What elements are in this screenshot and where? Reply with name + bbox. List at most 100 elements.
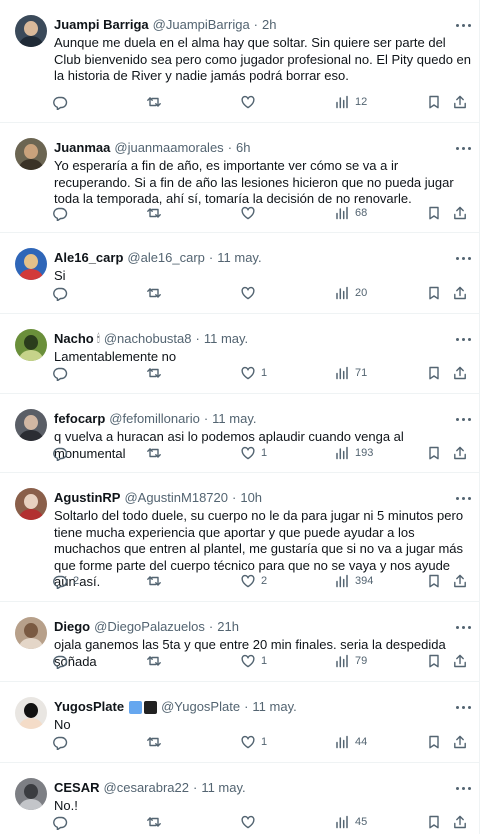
- timestamp[interactable]: 11 may.: [212, 410, 256, 428]
- tweet-card[interactable]: Juanmaa @juanmaamorales · 6h Yo esperaría a …: [0, 123, 480, 233]
- share-button[interactable]: [452, 652, 468, 670]
- display-name[interactable]: Nacho: [54, 330, 94, 348]
- more-options-icon[interactable]: [454, 332, 472, 346]
- display-name[interactable]: Diego: [54, 618, 90, 636]
- share-button[interactable]: [452, 572, 468, 590]
- bookmark-button[interactable]: [426, 204, 442, 222]
- more-options-icon[interactable]: [454, 251, 472, 265]
- timestamp[interactable]: 10h: [240, 489, 262, 507]
- display-name[interactable]: Juampi Barriga: [54, 16, 149, 34]
- avatar[interactable]: [15, 778, 47, 810]
- display-name[interactable]: Ale16_carp: [54, 249, 123, 267]
- views-button[interactable]: 68: [334, 204, 367, 222]
- reply-button[interactable]: [52, 204, 73, 222]
- bookmark-button[interactable]: [426, 93, 442, 111]
- more-options-icon[interactable]: [454, 491, 472, 505]
- timestamp[interactable]: 11 may.: [204, 330, 248, 348]
- views-button[interactable]: 79: [334, 652, 367, 670]
- reply-button[interactable]: [52, 733, 73, 751]
- timestamp[interactable]: 11 may.: [217, 249, 261, 267]
- share-button[interactable]: [452, 813, 468, 831]
- user-handle[interactable]: @ale16_carp: [127, 249, 205, 267]
- retweet-button[interactable]: [146, 652, 167, 670]
- retweet-button[interactable]: [146, 444, 167, 462]
- timestamp[interactable]: 11 may.: [201, 779, 245, 797]
- views-button[interactable]: 12: [334, 93, 367, 111]
- more-options-icon[interactable]: [454, 781, 472, 795]
- user-handle[interactable]: @cesarabra22: [104, 779, 189, 797]
- like-button[interactable]: 1: [240, 444, 267, 462]
- like-button[interactable]: [240, 284, 261, 302]
- avatar[interactable]: [15, 488, 47, 520]
- views-button[interactable]: 193: [334, 444, 373, 462]
- display-name[interactable]: YugosPlate: [54, 698, 124, 716]
- retweet-button[interactable]: [146, 284, 167, 302]
- tweet-card[interactable]: fefocarp @fefomillonario · 11 may. q vuelva …: [0, 394, 480, 473]
- display-name[interactable]: fefocarp: [54, 410, 105, 428]
- reply-button[interactable]: [52, 364, 73, 382]
- timestamp[interactable]: 6h: [236, 139, 250, 157]
- tweet-card[interactable]: Juampi Barriga @JuampiBarriga · 2h Aunque me…: [0, 0, 480, 123]
- avatar[interactable]: [15, 15, 47, 47]
- views-button[interactable]: 394: [334, 572, 373, 590]
- timestamp[interactable]: 2h: [262, 16, 276, 34]
- views-button[interactable]: 20: [334, 284, 367, 302]
- more-options-icon[interactable]: [454, 620, 472, 634]
- retweet-button[interactable]: [146, 572, 167, 590]
- avatar[interactable]: [15, 138, 47, 170]
- reply-button[interactable]: [52, 444, 73, 462]
- like-button[interactable]: 1: [240, 364, 267, 382]
- like-button[interactable]: 1: [240, 652, 267, 670]
- views-button[interactable]: 45: [334, 813, 367, 831]
- reply-button[interactable]: [52, 284, 73, 302]
- like-button[interactable]: [240, 93, 261, 111]
- user-handle[interactable]: @AgustinM18720: [124, 489, 228, 507]
- like-button[interactable]: [240, 813, 261, 831]
- more-options-icon[interactable]: [454, 700, 472, 714]
- tweet-card[interactable]: YugosPlate @YugosPlate · 11 may. No 1 44: [0, 682, 480, 763]
- avatar[interactable]: [15, 409, 47, 441]
- views-button[interactable]: 44: [334, 733, 367, 751]
- retweet-button[interactable]: [146, 204, 167, 222]
- user-handle[interactable]: @juanmaamorales: [114, 139, 223, 157]
- timestamp[interactable]: 11 may.: [252, 698, 296, 716]
- share-button[interactable]: [452, 284, 468, 302]
- reply-button[interactable]: [52, 652, 73, 670]
- display-name[interactable]: CESAR: [54, 779, 100, 797]
- like-button[interactable]: [240, 204, 261, 222]
- avatar[interactable]: [15, 248, 47, 280]
- timestamp[interactable]: 21h: [217, 618, 239, 636]
- user-handle[interactable]: @fefomillonario: [109, 410, 200, 428]
- reply-button[interactable]: [52, 813, 73, 831]
- display-name[interactable]: Juanmaa: [54, 139, 110, 157]
- bookmark-button[interactable]: [426, 572, 442, 590]
- retweet-button[interactable]: [146, 733, 167, 751]
- like-button[interactable]: 2: [240, 572, 267, 590]
- user-handle[interactable]: @JuampiBarriga: [153, 16, 250, 34]
- avatar[interactable]: [15, 617, 47, 649]
- views-button[interactable]: 71: [334, 364, 367, 382]
- share-button[interactable]: [452, 204, 468, 222]
- bookmark-button[interactable]: [426, 733, 442, 751]
- tweet-card[interactable]: CESAR @cesarabra22 · 11 may. No.! 45: [0, 763, 480, 834]
- user-handle[interactable]: @nachobusta8: [104, 330, 192, 348]
- share-button[interactable]: [452, 93, 468, 111]
- tweet-card[interactable]: Nacho 🕯 @nachobusta8 · 11 may. Lamentablement…: [0, 314, 480, 394]
- bookmark-button[interactable]: [426, 284, 442, 302]
- tweet-card[interactable]: Ale16_carp @ale16_carp · 11 may. Si 20: [0, 233, 480, 314]
- reply-button[interactable]: 2: [52, 572, 79, 590]
- tweet-card[interactable]: Diego @DiegoPalazuelos · 21h ojala ganemos l…: [0, 602, 480, 682]
- more-options-icon[interactable]: [454, 412, 472, 426]
- retweet-button[interactable]: [146, 93, 167, 111]
- share-button[interactable]: [452, 444, 468, 462]
- bookmark-button[interactable]: [426, 652, 442, 670]
- bookmark-button[interactable]: [426, 364, 442, 382]
- like-button[interactable]: 1: [240, 733, 267, 751]
- user-handle[interactable]: @YugosPlate: [161, 698, 240, 716]
- user-handle[interactable]: @DiegoPalazuelos: [94, 618, 205, 636]
- display-name[interactable]: AgustinRP: [54, 489, 120, 507]
- more-options-icon[interactable]: [454, 18, 472, 32]
- retweet-button[interactable]: [146, 813, 167, 831]
- tweet-card[interactable]: AgustinRP @AgustinM18720 · 10h Soltarlo del …: [0, 473, 480, 602]
- share-button[interactable]: [452, 733, 468, 751]
